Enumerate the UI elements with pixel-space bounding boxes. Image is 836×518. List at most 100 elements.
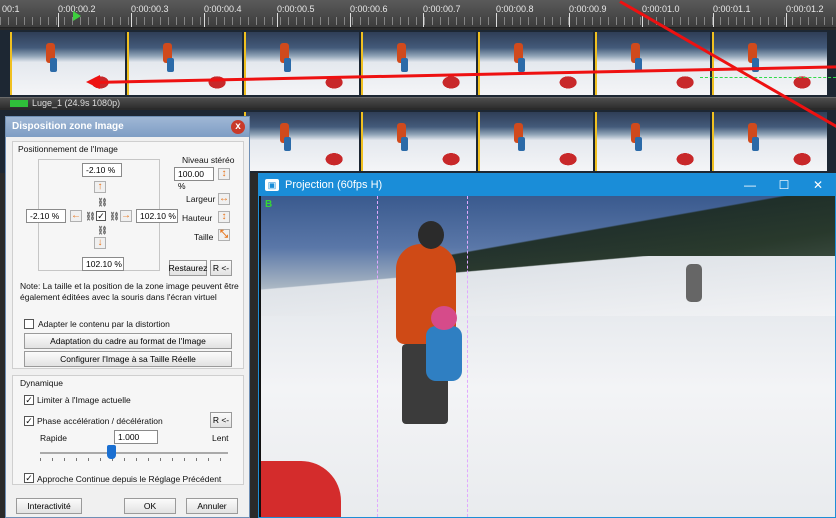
video-track-1[interactable] [0,30,836,97]
stereo-level-label: Niveau stéréo [182,155,235,165]
height-label: Hauteur [182,213,213,223]
scene-adult-head [418,221,444,249]
clip-thumbnail[interactable] [10,32,125,95]
dialog-titlebar[interactable]: Disposition zone Image x [6,117,249,137]
clip-thumbnail[interactable] [712,112,827,171]
ruler-major-tick [423,13,424,27]
scene-sled [261,461,341,517]
arrow-up-icon[interactable]: ↑ [94,181,106,193]
height-adjust-icon[interactable]: ↕ [218,211,230,223]
ruler-tick: 0:00:00.9 [569,4,607,14]
ruler-major-tick [786,13,787,27]
limit-label: Limiter à l'Image actuelle [37,395,131,405]
acceleration-label: Phase accélération / décélération [37,416,163,426]
reset-acceleration-button[interactable]: R <- [210,412,232,428]
reset-position-button[interactable]: R <- [210,260,232,276]
image-layout-dialog[interactable]: Disposition zone Image x Positionnement … [5,116,250,518]
restore-button[interactable]: Restaurez [169,260,207,276]
ruler-tick: 0:00:00.4 [204,4,242,14]
clip-thumbnail[interactable] [244,112,359,171]
dialog-title: Disposition zone Image [12,121,124,132]
ruler-tick: 0:00:00.8 [496,4,534,14]
link-chain-icon[interactable]: ⛓ [97,225,108,236]
clip-thumbnail[interactable] [361,112,476,171]
width-label: Largeur [186,194,216,204]
ruler-major-tick [131,13,132,27]
ruler-tick: 0:00:00.5 [277,4,315,14]
link-chain-icon[interactable]: ⛓ [85,211,96,222]
projection-title: Projection (60fps H) [285,179,383,191]
speed-field[interactable]: 1.000 [114,430,158,444]
cancel-button[interactable]: Annuler [186,498,238,514]
ruler-major-tick [58,13,59,27]
continuous-checkbox[interactable]: ✓ [24,473,34,483]
ruler-major-tick [496,13,497,27]
clip-label-bar[interactable]: Luge_1 (24.9s 1080p) [0,97,836,108]
annotation-arrowhead [86,75,100,89]
ok-button[interactable]: OK [124,498,176,514]
stereo-adjust-icon[interactable]: ↕ [218,168,230,180]
dynamic-group-label: Dynamique [20,378,63,388]
clip-label: Luge_1 (24.9s 1080p) [32,98,121,108]
size-label: Taille [194,232,214,242]
center-checkbox[interactable]: ✓ [96,211,106,221]
link-chain-icon[interactable]: ⛓ [109,211,120,222]
limit-checkbox[interactable]: ✓ [24,395,34,405]
clip-thumbnail[interactable] [478,112,593,171]
ruler-tick: 0:00:00.7 [423,4,461,14]
ruler-tick: 00:1 [2,4,20,14]
top-offset-field[interactable]: -2.10 % [82,163,122,177]
clip-thumbnail[interactable] [244,32,359,95]
projection-window[interactable]: ▣ Projection (60fps H) — ☐ ✕ B [258,173,836,518]
left-offset-field[interactable]: -2.10 % [26,209,66,223]
dialog-close-button[interactable]: x [231,120,245,134]
scene-skier [686,264,702,302]
ruler-major-tick [204,13,205,27]
stereo-level-field[interactable]: 100.00 % [174,167,214,191]
ruler-major-tick [350,13,351,27]
projection-canvas[interactable]: B [261,196,835,517]
playhead-marker[interactable] [73,11,81,21]
arrow-left-icon[interactable]: ← [70,210,82,222]
speed-slider-ticks [40,458,228,461]
arrow-down-icon[interactable]: ↓ [94,237,106,249]
link-chain-icon[interactable]: ⛓ [97,197,108,208]
note-text: Note: La taille et la position de la zon… [20,281,239,302]
adapt-frame-button[interactable]: Adaptation du cadre au format de l'Image [24,333,232,349]
ruler-tick: 0:00:01.0 [642,4,680,14]
scene-child-head [431,306,457,330]
minimize-button[interactable]: — [733,174,767,196]
motion-path-guide [700,77,836,78]
speed-slider-thumb[interactable] [107,445,117,459]
scene-child [426,326,462,381]
maximize-button[interactable]: ☐ [767,174,801,196]
continuous-label: Approche Continue depuis le Réglage Préc… [37,474,222,484]
ruler-tick: 0:00:00.6 [350,4,388,14]
speed-slider-track[interactable] [40,452,228,454]
interactivity-button[interactable]: Interactivité [16,498,82,514]
close-button[interactable]: ✕ [801,174,835,196]
clip-thumbnail[interactable] [361,32,476,95]
position-group-label: Positionnement de l'Image [18,144,118,154]
slow-label: Lent [212,433,229,443]
clip-thumbnail[interactable] [595,112,710,171]
bottom-offset-field[interactable]: 102.10 % [82,257,124,271]
arrow-right-icon[interactable]: → [120,210,132,222]
ruler-tick: 0:00:01.2 [786,4,824,14]
distort-label: Adapter le contenu par la distortion [38,319,170,329]
guide-line-left [377,196,378,517]
clip-thumbnail[interactable] [127,32,242,95]
clip-thumbnail[interactable] [478,32,593,95]
ruler-tick: 0:00:00.3 [131,4,169,14]
guide-line-right [467,196,468,517]
timeline-ruler[interactable]: 00:1 0:00:00.2 0:00:00.3 0:00:00.4 0:00:… [0,0,836,28]
scene-hill [261,256,835,316]
size-adjust-icon[interactable]: ⤡ [218,229,230,241]
right-offset-field[interactable]: 102.10 % [136,209,178,223]
width-adjust-icon[interactable]: ↔ [218,193,230,205]
ruler-minor-ticks [0,17,836,25]
real-size-button[interactable]: Configurer l'Image à sa Taille Réelle [24,351,232,367]
acceleration-checkbox[interactable]: ✓ [24,416,34,426]
distort-checkbox[interactable] [24,319,34,329]
corner-label: B [265,199,273,210]
